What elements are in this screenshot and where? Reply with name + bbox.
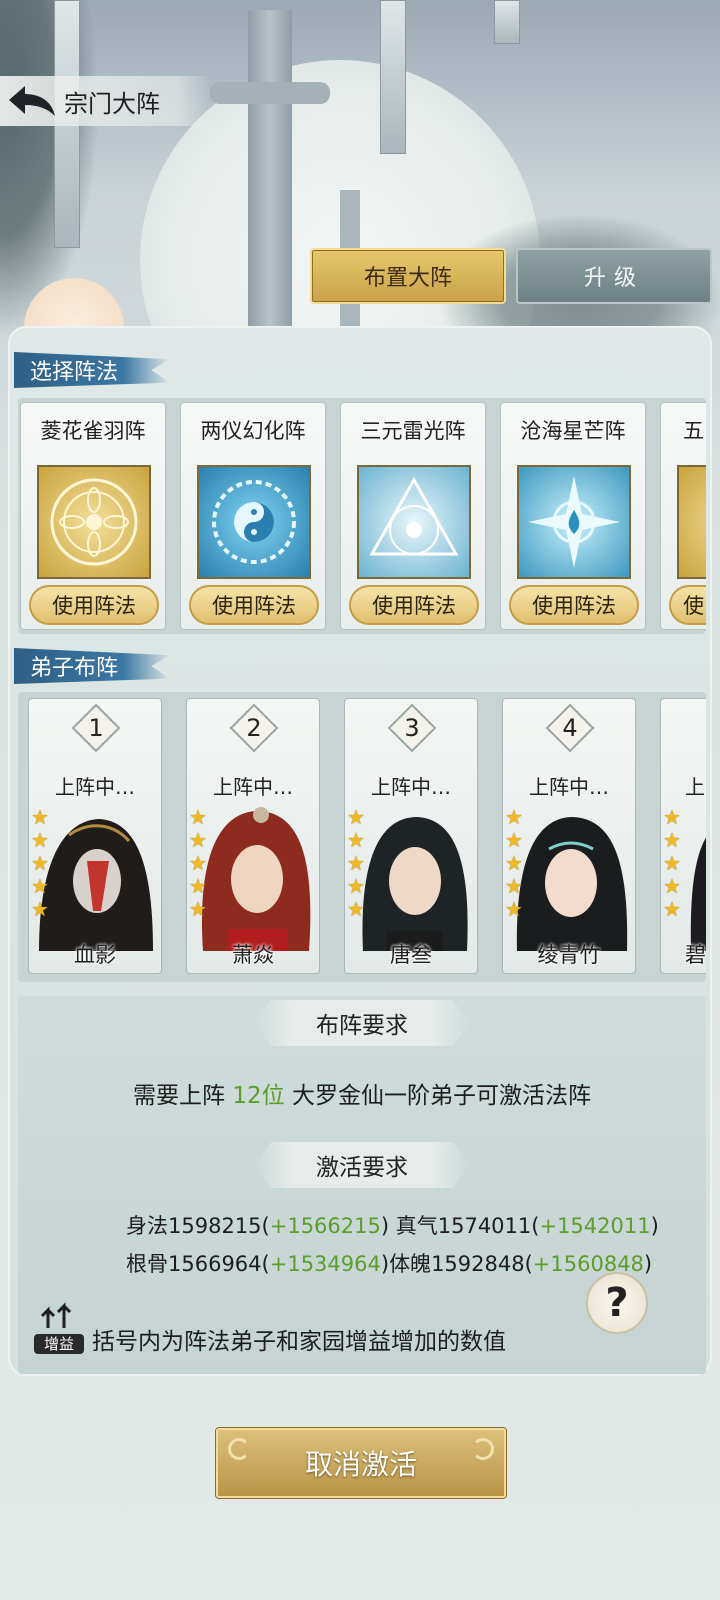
stat-line-1: 身法1598215(+1566215) 真气1574011(+1542011) [126, 1214, 659, 1238]
star-icon: ★ [505, 851, 523, 875]
star-rating: ★ ★ ★ ★ ★ [663, 807, 685, 922]
star-icon: ★ [663, 851, 681, 875]
swirl-decoration [472, 1438, 494, 1460]
star-icon: ★ [505, 805, 523, 829]
disciple-card[interactable]: 3 上阵中… ★ ★ ★ ★ ★ 唐叁 [344, 698, 478, 974]
star-icon: ★ [505, 828, 523, 852]
formation-name: 沧海星芒阵 [520, 419, 626, 443]
slot-number-badge: 3 [387, 703, 437, 753]
layout-requirement-title: 布阵要求 [254, 1000, 470, 1046]
formation-name: 五 [683, 419, 704, 443]
formation-card[interactable]: 两仪幻化阵 使用阵法 [180, 402, 326, 630]
star-icon: ★ [347, 805, 365, 829]
use-formation-button[interactable]: 使 [669, 585, 706, 625]
star-formation-icon [517, 465, 631, 579]
slot-number-badge: 2 [229, 703, 279, 753]
triangle-formation-icon [357, 465, 471, 579]
help-button[interactable]: ? [586, 1272, 648, 1334]
formation-name: 两仪幻化阵 [200, 419, 306, 443]
hanging-banner [494, 0, 520, 44]
tab-arrange-formation[interactable]: 布置大阵 [310, 248, 506, 304]
back-arrow-icon[interactable] [0, 76, 64, 126]
tab-upgrade[interactable]: 升级 [516, 248, 712, 304]
disciple-name: 绫青竹 [537, 943, 601, 967]
star-icon: ★ [663, 874, 681, 898]
star-icon: ★ [189, 851, 207, 875]
deploy-status: 上阵中… [55, 775, 135, 799]
disciple-name: 碧 [685, 943, 706, 967]
star-icon: ★ [31, 851, 49, 875]
disciple-name: 唐叁 [390, 943, 432, 967]
star-icon: ★ [31, 897, 49, 921]
star-icon: ★ [189, 897, 207, 921]
star-icon: ★ [347, 874, 365, 898]
lotus-formation-icon [37, 465, 151, 579]
star-icon: ★ [663, 805, 681, 829]
formation-name: 菱花雀羽阵 [40, 419, 146, 443]
formation-icon [677, 465, 706, 579]
star-icon: ★ [31, 805, 49, 829]
star-icon: ★ [347, 851, 365, 875]
star-icon: ★ [31, 828, 49, 852]
swirl-decoration [228, 1438, 250, 1460]
use-formation-button[interactable]: 使用阵法 [349, 585, 479, 625]
disciple-name: 萧焱 [232, 943, 274, 967]
activation-requirement-title: 激活要求 [254, 1142, 470, 1188]
boost-note: 括号内为阵法弟子和家园增益增加的数值 [92, 1329, 506, 1355]
star-icon: ★ [505, 874, 523, 898]
use-formation-button[interactable]: 使用阵法 [189, 585, 319, 625]
boost-icon: 增益 [34, 1300, 84, 1354]
star-icon: ★ [189, 805, 207, 829]
deploy-status: 上 [685, 775, 705, 799]
hanging-banner [380, 0, 406, 154]
deploy-status: 上阵中… [371, 775, 451, 799]
formation-name: 三元雷光阵 [360, 419, 466, 443]
disciple-card[interactable]: 2 上阵中… ★ ★ ★ ★ ★ 萧焱 [186, 698, 320, 974]
deploy-status: 上阵中… [529, 775, 609, 799]
disciple-card[interactable]: 1 上阵中… ★ ★ ★ ★ ★ 血影 [28, 698, 162, 974]
formation-card[interactable]: 五 使 [660, 402, 706, 630]
formation-card[interactable]: 三元雷光阵 使用阵法 [340, 402, 486, 630]
star-icon: ★ [505, 897, 523, 921]
deploy-status: 上阵中… [213, 775, 293, 799]
disciple-card[interactable]: 上 ★ ★ ★ ★ ★ 碧 [660, 698, 706, 974]
disciple-name: 血影 [74, 943, 116, 967]
star-icon: ★ [663, 897, 681, 921]
required-count: 12位 [232, 1083, 285, 1109]
star-icon: ★ [31, 874, 49, 898]
star-rating: ★ ★ ★ ★ ★ [347, 807, 369, 922]
star-icon: ★ [347, 897, 365, 921]
formation-list[interactable]: 菱花雀羽阵 使用阵法 两仪幻化阵 使用阵法 三元雷光阵 使用阵法 沧海星芒阵 使… [18, 398, 706, 634]
formation-card[interactable]: 菱花雀羽阵 使用阵法 [20, 402, 166, 630]
star-icon: ★ [189, 828, 207, 852]
slot-number-badge: 4 [545, 703, 595, 753]
cancel-activation-button[interactable]: 取消激活 [216, 1428, 506, 1498]
star-rating: ★ ★ ★ ★ ★ [31, 807, 53, 922]
star-icon: ★ [189, 874, 207, 898]
use-formation-button[interactable]: 使用阵法 [509, 585, 639, 625]
star-rating: ★ ★ ★ ★ ★ [505, 807, 527, 922]
stone-pillar-decoration [248, 10, 292, 330]
layout-requirement-text: 需要上阵 12位 大罗金仙一阶弟子可激活法阵 [133, 1083, 591, 1109]
disciple-list[interactable]: 1 上阵中… ★★★★★ 血影 2 上阵中… ★★★★★ 萧焱 [18, 692, 706, 982]
stat-line-2: 根骨1566964(+1534964)体魄1592848(+1560848) [126, 1252, 653, 1276]
yin-yang-formation-icon [197, 465, 311, 579]
slot-number-badge: 1 [71, 703, 121, 753]
stone-pillar-cap [210, 82, 330, 104]
star-icon: ★ [663, 828, 681, 852]
formation-card[interactable]: 沧海星芒阵 使用阵法 [500, 402, 646, 630]
use-formation-button[interactable]: 使用阵法 [29, 585, 159, 625]
disciple-card[interactable]: 4 上阵中… ★ ★ ★ ★ ★ 绫青竹 [502, 698, 636, 974]
top-bar: 宗门大阵 [0, 76, 210, 126]
star-rating: ★ ★ ★ ★ ★ [189, 807, 211, 922]
star-icon: ★ [347, 828, 365, 852]
page-title: 宗门大阵 [64, 89, 160, 118]
